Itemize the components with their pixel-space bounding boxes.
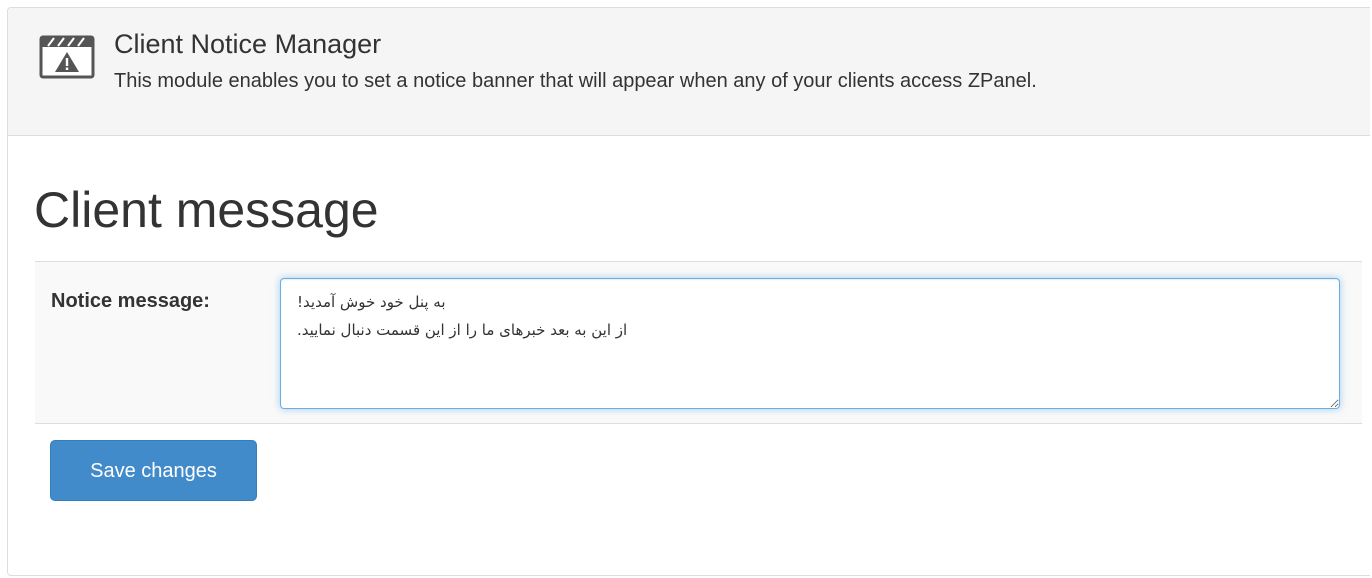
save-changes-button[interactable]: Save changes	[50, 440, 257, 501]
module-description: This module enables you to set a notice …	[114, 70, 1037, 92]
module-header: Client Notice Manager This module enable…	[8, 8, 1370, 136]
section-title: Client message	[34, 182, 379, 238]
warning-notice-board-icon	[39, 35, 95, 79]
notice-message-label: Notice message:	[51, 290, 210, 312]
notice-message-textarea[interactable]: !به پنل خود خوش آمدید .از این به بعد خبر…	[280, 278, 1340, 409]
module-panel: Client Notice Manager This module enable…	[7, 7, 1370, 576]
notice-form-row: Notice message: !به پنل خود خوش آمدید .ا…	[35, 261, 1362, 424]
module-title: Client Notice Manager	[114, 29, 382, 59]
